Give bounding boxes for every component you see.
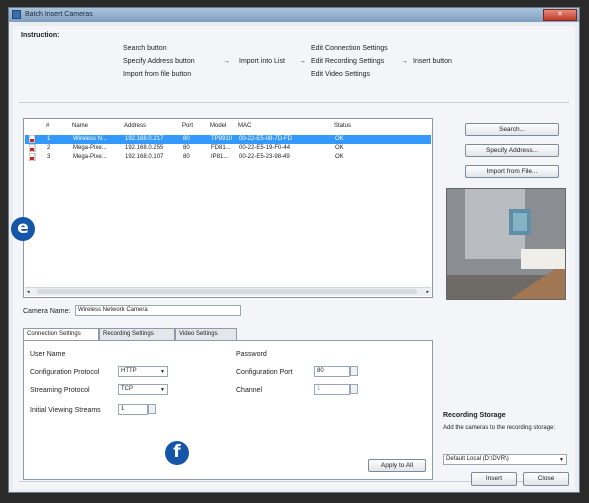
- scroll-left-icon[interactable]: ◂: [27, 289, 30, 295]
- chevron-down-icon: ▼: [160, 369, 165, 375]
- password-label: Password: [236, 351, 267, 358]
- tab-recording-settings[interactable]: Recording Settings: [99, 328, 175, 340]
- camera-name-label: Camera Name:: [23, 308, 71, 315]
- col-mac: MAC: [238, 123, 252, 129]
- table-row[interactable]: 1 Wireless N... 192.168.0.217 80 TP9910 …: [25, 135, 431, 144]
- streaming-protocol-label: Streaming Protocol: [30, 387, 90, 394]
- cell-port: 80: [183, 154, 190, 160]
- streaming-protocol-select[interactable]: TCP ▼: [118, 384, 168, 395]
- col-name: Name: [72, 123, 89, 129]
- cell-status: OK: [335, 136, 344, 142]
- cell-mac: 00-22-E5-19-F0-44: [239, 145, 291, 151]
- cell-port: 80: [183, 145, 190, 151]
- instr-arrow-3: →: [401, 58, 408, 65]
- instr-insert: Insert button: [413, 58, 452, 65]
- table-row[interactable]: 3 Mega-Pixe... 192.168.0.107 80 IP81... …: [25, 153, 431, 162]
- col-number: #: [46, 123, 50, 129]
- callout-f-badge: f: [165, 441, 189, 465]
- app-icon: [12, 10, 21, 19]
- config-protocol-value: HTTP: [121, 368, 137, 374]
- scroll-right-icon[interactable]: ▸: [426, 289, 429, 295]
- initial-streams-input[interactable]: 1: [118, 404, 148, 415]
- cell-address: 192.168.0.107: [125, 154, 164, 160]
- instr-arrow-2: →: [299, 58, 306, 65]
- divider: [19, 102, 569, 103]
- cell-name: Wireless N...: [73, 136, 108, 142]
- instr-arrow-1: →: [223, 58, 230, 65]
- config-port-input[interactable]: 80: [314, 366, 350, 377]
- instr-edit-connection: Edit Connection Settings: [311, 45, 388, 52]
- window-close-button[interactable]: ✕: [543, 9, 577, 21]
- camera-name-input[interactable]: Wireless Network Camera: [75, 305, 241, 316]
- cell-address: 192.168.0.217: [125, 136, 164, 142]
- window-title: Batch Insert Cameras: [25, 11, 93, 18]
- list-header: # Name Address Port Model MAC Status: [24, 123, 432, 133]
- tab-video-settings[interactable]: Video Settings: [175, 328, 237, 340]
- instr-edit-video: Edit Video Settings: [311, 71, 371, 78]
- cell-mac: 00-22-E5-08-7D-FD: [239, 136, 293, 142]
- instr-import-list: Import into List: [239, 58, 285, 65]
- instr-specify: Specify Address button: [123, 58, 195, 65]
- cell-name: Mega-Pixe...: [73, 154, 107, 160]
- chevron-down-icon: ▼: [559, 457, 564, 463]
- camera-list[interactable]: # Name Address Port Model MAC Status 1 W…: [23, 118, 433, 298]
- recording-storage-select[interactable]: Default Local (D:\DVR\) ▼: [443, 454, 567, 465]
- streaming-protocol-value: TCP: [121, 386, 133, 392]
- cell-status: OK: [335, 154, 344, 160]
- camera-icon: [29, 144, 36, 152]
- camera-icon: [29, 153, 36, 161]
- horizontal-scrollbar[interactable]: ◂ ▸: [25, 287, 431, 296]
- connection-settings-panel: User Name Password Configuration Protoco…: [23, 340, 433, 480]
- camera-preview: [446, 188, 566, 300]
- cell-name: Mega-Pixe...: [73, 145, 107, 151]
- insert-button[interactable]: Insert: [471, 472, 517, 486]
- callout-e-badge: e: [11, 217, 35, 241]
- cell-address: 192.168.0.255: [125, 145, 164, 151]
- table-row[interactable]: 2 Mega-Pixe... 192.168.0.255 80 FD81... …: [25, 144, 431, 153]
- cell-port: 80: [183, 136, 190, 142]
- config-port-spinner[interactable]: [350, 366, 358, 376]
- apply-to-all-button[interactable]: Apply to All: [368, 459, 426, 472]
- config-port-label: Configuration Port: [236, 369, 293, 376]
- config-protocol-select[interactable]: HTTP ▼: [118, 366, 168, 377]
- cell-number: 2: [47, 145, 51, 151]
- cell-number: 1: [47, 136, 51, 142]
- instr-edit-recording: Edit Recording Settings: [311, 58, 385, 65]
- chevron-down-icon: ▼: [160, 387, 165, 393]
- cell-model: TP9910: [211, 136, 233, 142]
- instruction-heading: Instruction:: [21, 32, 60, 39]
- recording-storage-description: Add the cameras to the recording storage…: [443, 425, 556, 431]
- window-client: Instruction: Search button Specify Addre…: [11, 26, 575, 490]
- close-button[interactable]: Close: [523, 472, 569, 486]
- instr-import: Import from file button: [123, 71, 192, 78]
- specify-address-button[interactable]: Specify Address...: [465, 144, 559, 157]
- recording-storage-heading: Recording Storage: [443, 412, 506, 419]
- initial-streams-spinner[interactable]: [148, 404, 156, 414]
- search-button[interactable]: Search...: [465, 123, 559, 136]
- col-port: Port: [182, 123, 194, 129]
- title-bar: Batch Insert Cameras ✕: [9, 8, 579, 22]
- channel-input[interactable]: 1: [314, 384, 350, 395]
- recording-storage-value: Default Local (D:\DVR\): [446, 456, 509, 462]
- cell-model: IP81...: [211, 154, 229, 160]
- batch-insert-window: Batch Insert Cameras ✕ Instruction: Sear…: [8, 7, 580, 493]
- scroll-thumb[interactable]: [37, 289, 417, 294]
- col-status: Status: [334, 123, 352, 129]
- instr-search: Search button: [123, 45, 167, 52]
- camera-icon: [29, 135, 36, 143]
- col-model: Model: [210, 123, 227, 129]
- config-protocol-label: Configuration Protocol: [30, 369, 100, 376]
- cell-status: OK: [335, 145, 344, 151]
- preview-image: [447, 189, 565, 299]
- channel-spinner[interactable]: [350, 384, 358, 394]
- initial-streams-label: Initial Viewing Streams: [30, 407, 101, 414]
- cell-model: FD81...: [211, 145, 231, 151]
- user-name-label: User Name: [30, 351, 66, 358]
- cell-number: 3: [47, 154, 51, 160]
- col-address: Address: [124, 123, 147, 129]
- cell-mac: 00-22-E5-23-98-49: [239, 154, 290, 160]
- channel-label: Channel: [236, 387, 263, 394]
- import-from-file-button[interactable]: Import from File...: [465, 165, 559, 178]
